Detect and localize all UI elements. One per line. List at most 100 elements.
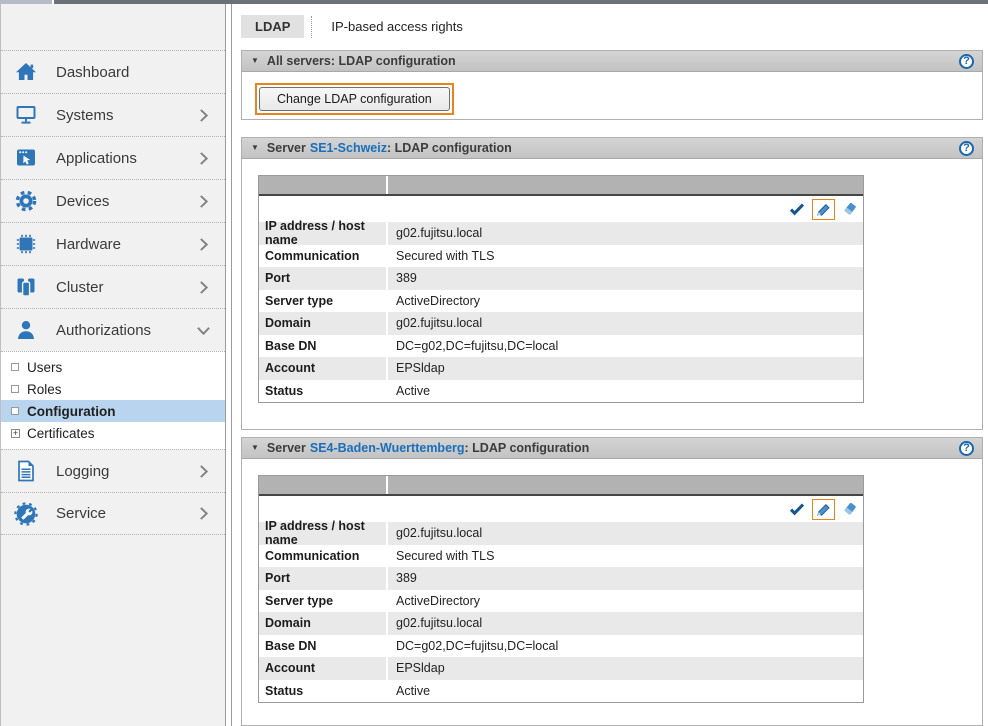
pencil-icon[interactable] <box>812 199 835 220</box>
table-row: Server type ActiveDirectory <box>259 590 863 613</box>
main-content: LDAP IP-based access rights ▼ All server… <box>231 4 988 726</box>
row-value: DC=g02,DC=fujitsu,DC=local <box>388 335 863 358</box>
expand-plus-icon[interactable]: + <box>11 429 20 438</box>
chevron-right-icon <box>196 237 211 252</box>
sidebar: Dashboard Systems Applications Dev <box>0 4 226 726</box>
table-row: Server type ActiveDirectory <box>259 290 863 313</box>
sidebar-item-users[interactable]: Users <box>1 356 225 378</box>
sidebar-spacer <box>1 4 225 50</box>
se-manager-window: Dashboard Systems Applications Dev <box>0 0 988 726</box>
tab-ldap[interactable]: LDAP <box>241 15 304 38</box>
table-row: Domain g02.fujitsu.local <box>259 312 863 335</box>
service-gear-icon <box>14 502 40 526</box>
collapse-arrow-icon[interactable]: ▼ <box>251 144 259 152</box>
row-label: Account <box>259 657 386 680</box>
table-row: Domain g02.fujitsu.local <box>259 612 863 635</box>
table-row: Account EPSldap <box>259 357 863 380</box>
check-icon[interactable] <box>789 201 805 217</box>
eraser-icon[interactable] <box>842 501 858 517</box>
sidebar-item-label: Applications <box>56 150 137 167</box>
section-server-se4: ▼ Server SE4-Baden-Wuerttemberg : LDAP c… <box>241 437 983 726</box>
sidebar-item-label: Dashboard <box>56 64 129 81</box>
table-row: Port 389 <box>259 267 863 290</box>
pencil-icon[interactable] <box>812 499 835 520</box>
table-row: IP address / host name g02.fujitsu.local <box>259 222 863 245</box>
section-title: All servers: LDAP configuration <box>267 54 456 68</box>
checkbox-icon <box>11 385 19 393</box>
sub-item-label: Configuration <box>27 404 115 419</box>
row-label: Server type <box>259 290 386 313</box>
table-header-cell <box>388 476 863 494</box>
row-value: Active <box>388 380 863 403</box>
sidebar-item-devices[interactable]: Devices <box>1 179 225 222</box>
tab-ip-based-access-rights[interactable]: IP-based access rights <box>317 15 477 38</box>
chevron-right-icon <box>196 108 211 123</box>
table-header-cell <box>259 176 386 194</box>
eraser-icon[interactable] <box>842 201 858 217</box>
authorizations-submenu: Users Roles Configuration + Certificates <box>1 351 225 449</box>
section-server-se1: ▼ Server SE1-Schweiz : LDAP configuratio… <box>241 137 983 430</box>
row-value: Active <box>388 680 863 703</box>
help-icon[interactable]: ? <box>959 141 974 156</box>
server-name-link[interactable]: SE1-Schweiz <box>310 141 387 155</box>
row-value: g02.fujitsu.local <box>388 522 863 545</box>
sidebar-item-dashboard[interactable]: Dashboard <box>1 50 225 93</box>
applications-icon <box>14 146 40 170</box>
ldap-config-table: IP address / host name g02.fujitsu.local… <box>258 475 864 703</box>
sub-item-label: Users <box>27 360 62 375</box>
change-ldap-configuration-button[interactable]: Change LDAP configuration <box>259 87 450 111</box>
row-label: Domain <box>259 312 386 335</box>
sidebar-item-cluster[interactable]: Cluster <box>1 265 225 308</box>
row-value: ActiveDirectory <box>388 290 863 313</box>
sidebar-item-applications[interactable]: Applications <box>1 136 225 179</box>
table-row: Base DN DC=g02,DC=fujitsu,DC=local <box>259 635 863 658</box>
tab-separator <box>311 16 312 38</box>
check-icon[interactable] <box>789 501 805 517</box>
table-action-row <box>259 196 863 222</box>
table-row: Status Active <box>259 380 863 403</box>
help-icon[interactable]: ? <box>959 441 974 456</box>
sidebar-item-certificates[interactable]: + Certificates <box>1 422 225 444</box>
table-row: Port 389 <box>259 567 863 590</box>
table-row: Account EPSldap <box>259 657 863 680</box>
sidebar-item-roles[interactable]: Roles <box>1 378 225 400</box>
row-value: DC=g02,DC=fujitsu,DC=local <box>388 635 863 658</box>
sidebar-item-label: Devices <box>56 193 109 210</box>
row-label: Server type <box>259 590 386 613</box>
focus-outline: Change LDAP configuration <box>255 83 454 115</box>
sidebar-item-configuration[interactable]: Configuration <box>1 400 225 422</box>
server-name-link[interactable]: SE4-Baden-Wuerttemberg <box>310 441 465 455</box>
sidebar-item-label: Cluster <box>56 279 104 296</box>
ldap-config-table: IP address / host name g02.fujitsu.local… <box>258 175 864 403</box>
sidebar-item-label: Authorizations <box>56 322 151 339</box>
table-row: Communication Secured with TLS <box>259 545 863 568</box>
table-header-row <box>259 176 863 196</box>
cluster-icon <box>14 275 40 299</box>
row-value: Secured with TLS <box>388 245 863 268</box>
row-label: Account <box>259 357 386 380</box>
row-value: EPSldap <box>388 657 863 680</box>
section-body: Change LDAP configuration <box>242 72 982 115</box>
sidebar-item-logging[interactable]: Logging <box>1 449 225 492</box>
collapse-arrow-icon[interactable]: ▼ <box>251 57 259 65</box>
row-label: Status <box>259 680 386 703</box>
collapse-arrow-icon[interactable]: ▼ <box>251 444 259 452</box>
person-icon <box>14 318 40 342</box>
sub-item-label: Certificates <box>27 426 95 441</box>
sidebar-item-systems[interactable]: Systems <box>1 93 225 136</box>
section-header: ▼ Server SE4-Baden-Wuerttemberg : LDAP c… <box>242 438 982 459</box>
sidebar-item-label: Service <box>56 505 106 522</box>
row-value: 389 <box>388 567 863 590</box>
chip-icon <box>14 232 40 256</box>
row-label: Base DN <box>259 635 386 658</box>
chevron-right-icon <box>196 506 211 521</box>
sidebar-item-hardware[interactable]: Hardware <box>1 222 225 265</box>
help-icon[interactable]: ? <box>959 54 974 69</box>
sidebar-item-authorizations[interactable]: Authorizations <box>1 308 225 351</box>
row-label: Communication <box>259 245 386 268</box>
section-header: ▼ Server SE1-Schweiz : LDAP configuratio… <box>242 138 982 159</box>
table-header-cell <box>388 176 863 194</box>
section-title-prefix: Server <box>267 441 306 455</box>
table-header-cell <box>259 476 386 494</box>
sidebar-item-service[interactable]: Service <box>1 492 225 535</box>
